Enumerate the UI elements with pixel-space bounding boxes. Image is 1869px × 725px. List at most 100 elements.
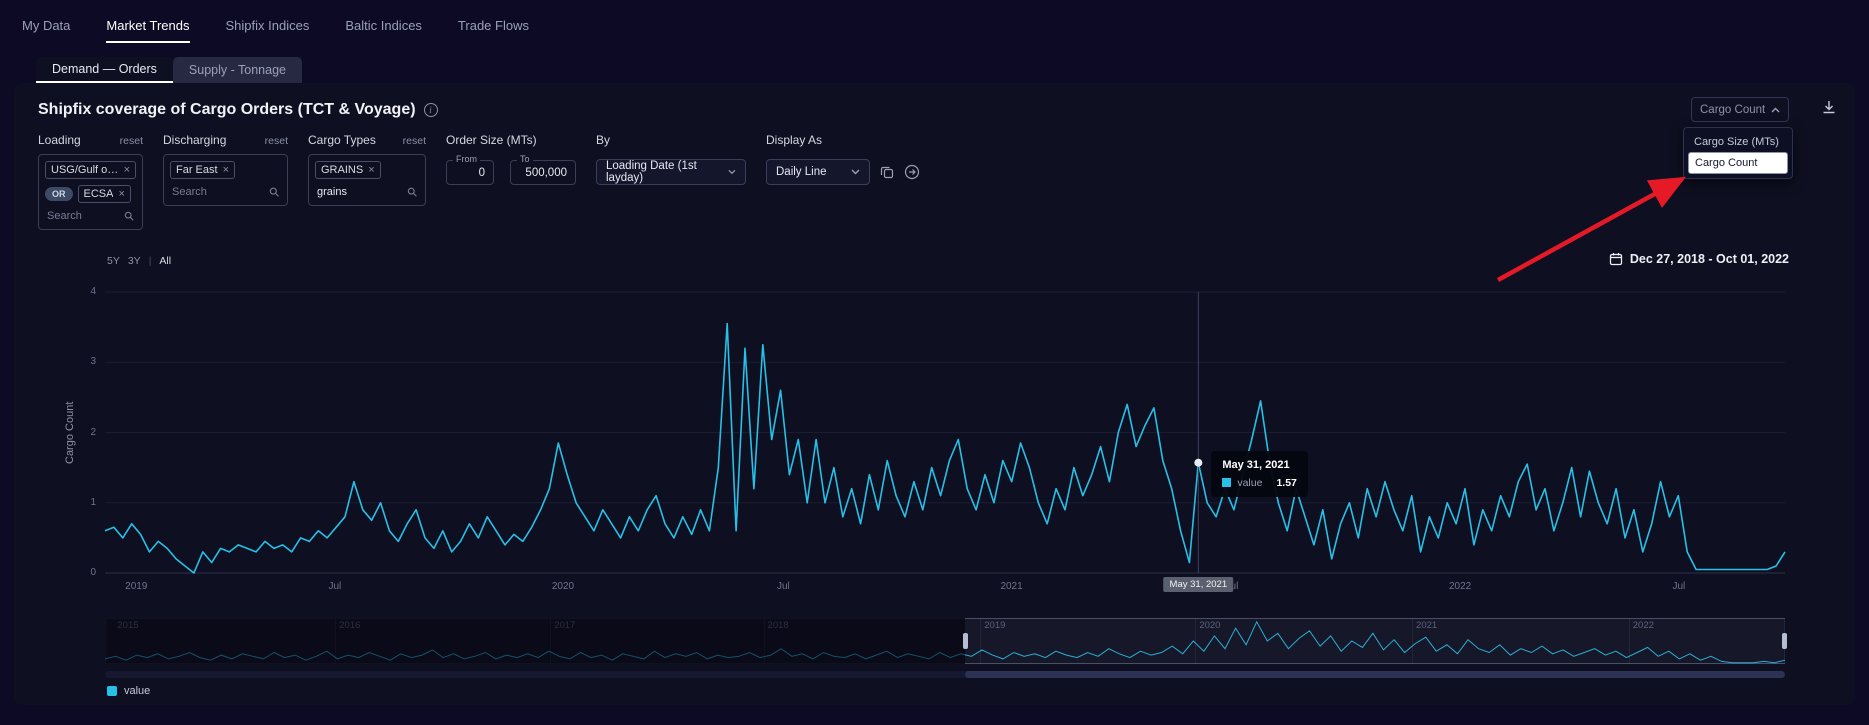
- date-range[interactable]: Dec 27, 2018 - Oct 01, 2022: [1609, 252, 1789, 266]
- cargo-types-tag-grains[interactable]: GRAINS ×: [315, 161, 381, 179]
- x-axis-tick: 2020: [552, 581, 574, 592]
- filter-loading: Loading reset USG/Gulf of Me... × OR ECS…: [38, 133, 143, 230]
- chevron-down-icon: [728, 169, 736, 175]
- tab-demand-orders[interactable]: Demand — Orders: [36, 57, 173, 83]
- tooltip-series-name: value: [1237, 477, 1262, 489]
- y-axis-tick: 4: [70, 286, 96, 297]
- tab-supply-tonnage[interactable]: Supply - Tonnage: [173, 57, 302, 83]
- order-size-to-field: To: [510, 160, 576, 185]
- remove-icon[interactable]: ×: [223, 164, 229, 176]
- cargo-types-search-input[interactable]: [317, 186, 403, 198]
- cargo-types-reset-button[interactable]: reset: [403, 135, 426, 147]
- filter-discharging: Discharging reset Far East ×: [163, 133, 288, 206]
- y-axis-tick: 0: [70, 567, 96, 578]
- loading-tag-ecsa[interactable]: ECSA ×: [78, 185, 131, 203]
- range-separator: |: [149, 255, 152, 267]
- cargo-types-filter-label: Cargo Types: [308, 133, 376, 147]
- order-size-from-label: From: [453, 154, 480, 164]
- legend-swatch: [107, 686, 117, 696]
- by-filter-label: By: [596, 133, 610, 147]
- nav-item-my-data[interactable]: My Data: [22, 8, 70, 43]
- sub-tabs: Demand — Orders Supply - Tonnage: [36, 57, 302, 83]
- tooltip-date: May 31, 2021: [1222, 459, 1297, 471]
- filter-cargo-types: Cargo Types reset GRAINS ×: [308, 133, 426, 206]
- remove-icon[interactable]: ×: [118, 188, 124, 200]
- tooltip-series-swatch: [1222, 478, 1231, 487]
- nav-item-market-trends[interactable]: Market Trends: [106, 8, 189, 43]
- nav-item-shipfix-indices[interactable]: Shipfix Indices: [226, 8, 310, 43]
- discharging-reset-button[interactable]: reset: [265, 135, 288, 147]
- navigator-selection[interactable]: [965, 618, 1785, 664]
- search-icon: [407, 186, 417, 198]
- display-as-select[interactable]: Daily Line: [766, 159, 870, 185]
- x-axis-tick: 2021: [1000, 581, 1022, 592]
- x-axis-tick: 2019: [125, 581, 147, 592]
- app: My Data Market Trends Shipfix Indices Ba…: [0, 0, 1869, 725]
- by-select[interactable]: Loading Date (1st layday): [596, 159, 746, 185]
- open-arrow-icon[interactable]: [904, 164, 920, 180]
- search-icon: [124, 210, 134, 222]
- loading-filter-label: Loading: [38, 133, 81, 147]
- crosshair-axis-label: May 31, 2021: [1164, 577, 1234, 592]
- filter-order-size: Order Size (MTs) From To: [446, 133, 576, 185]
- navigator-dimmed-region: [105, 618, 965, 664]
- page-title-text: Shipfix coverage of Cargo Orders (TCT & …: [38, 101, 416, 119]
- metric-dropdown-menu: Cargo Size (MTs) Cargo Count: [1683, 127, 1793, 179]
- x-axis-tick: 2022: [1449, 581, 1471, 592]
- search-icon: [269, 186, 279, 198]
- remove-icon[interactable]: ×: [124, 164, 130, 176]
- page-title: Shipfix coverage of Cargo Orders (TCT & …: [38, 101, 438, 119]
- nav-item-baltic-indices[interactable]: Baltic Indices: [345, 8, 422, 43]
- loading-filter-box: USG/Gulf of Me... × OR ECSA ×: [38, 154, 143, 230]
- range-all[interactable]: All: [159, 255, 171, 267]
- remove-icon[interactable]: ×: [368, 164, 374, 176]
- y-axis-tick: 3: [70, 356, 96, 367]
- order-size-to-input[interactable]: [519, 167, 567, 179]
- tooltip-value: 1.57: [1276, 477, 1296, 489]
- x-axis-tick: Jul: [1672, 581, 1685, 592]
- display-as-filter-label: Display As: [766, 133, 822, 147]
- range-5y[interactable]: 5Y: [107, 255, 120, 267]
- copy-icon[interactable]: [880, 165, 894, 179]
- discharging-tag-far-east[interactable]: Far East ×: [170, 161, 235, 179]
- discharging-search-input[interactable]: [172, 186, 265, 198]
- main-panel: Shipfix coverage of Cargo Orders (TCT & …: [14, 83, 1855, 705]
- loading-reset-button[interactable]: reset: [120, 135, 143, 147]
- cargo-types-filter-box: GRAINS ×: [308, 154, 426, 206]
- metric-option-cargo-count[interactable]: Cargo Count: [1688, 152, 1788, 174]
- filter-display-as: Display As Daily Line: [766, 133, 920, 185]
- legend-label: value: [124, 685, 150, 697]
- order-size-to-label: To: [517, 154, 533, 164]
- order-size-filter-label: Order Size (MTs): [446, 133, 537, 147]
- y-axis-tick: 2: [70, 427, 96, 438]
- x-axis-tick: Jul: [328, 581, 341, 592]
- order-size-from-field: From: [446, 160, 494, 185]
- metric-dropdown-button[interactable]: Cargo Count: [1691, 97, 1789, 122]
- range-selector: 5Y 3Y | All: [107, 255, 171, 267]
- top-navigation: My Data Market Trends Shipfix Indices Ba…: [22, 0, 529, 50]
- discharging-filter-box: Far East ×: [163, 154, 288, 206]
- scrollbar-thumb[interactable]: [965, 671, 1785, 678]
- filters-row: Loading reset USG/Gulf of Me... × OR ECS…: [38, 133, 920, 230]
- filter-by: By Loading Date (1st layday): [596, 133, 746, 185]
- navigator-right-handle[interactable]: [1782, 633, 1787, 649]
- chart-legend[interactable]: value: [107, 685, 150, 697]
- chevron-up-icon: [1771, 107, 1780, 113]
- nav-item-trade-flows[interactable]: Trade Flows: [458, 8, 529, 43]
- x-axis-tick: Jul: [777, 581, 790, 592]
- order-size-from-input[interactable]: [455, 167, 485, 179]
- loading-search-input[interactable]: [47, 210, 120, 222]
- or-badge: OR: [45, 187, 73, 201]
- navigator-left-handle[interactable]: [963, 633, 968, 649]
- chart-tooltip: May 31, 2021 value 1.57: [1211, 451, 1308, 497]
- calendar-icon: [1609, 252, 1623, 266]
- download-icon[interactable]: [1821, 99, 1837, 120]
- info-icon[interactable]: i: [424, 103, 438, 117]
- range-3y[interactable]: 3Y: [128, 255, 141, 267]
- metric-option-cargo-size[interactable]: Cargo Size (MTs): [1688, 132, 1788, 152]
- date-range-text: Dec 27, 2018 - Oct 01, 2022: [1630, 252, 1789, 266]
- y-axis-tick: 1: [70, 497, 96, 508]
- discharging-filter-label: Discharging: [163, 133, 226, 147]
- main-chart[interactable]: [105, 292, 1785, 573]
- loading-tag-usg[interactable]: USG/Gulf of Me... ×: [45, 161, 136, 179]
